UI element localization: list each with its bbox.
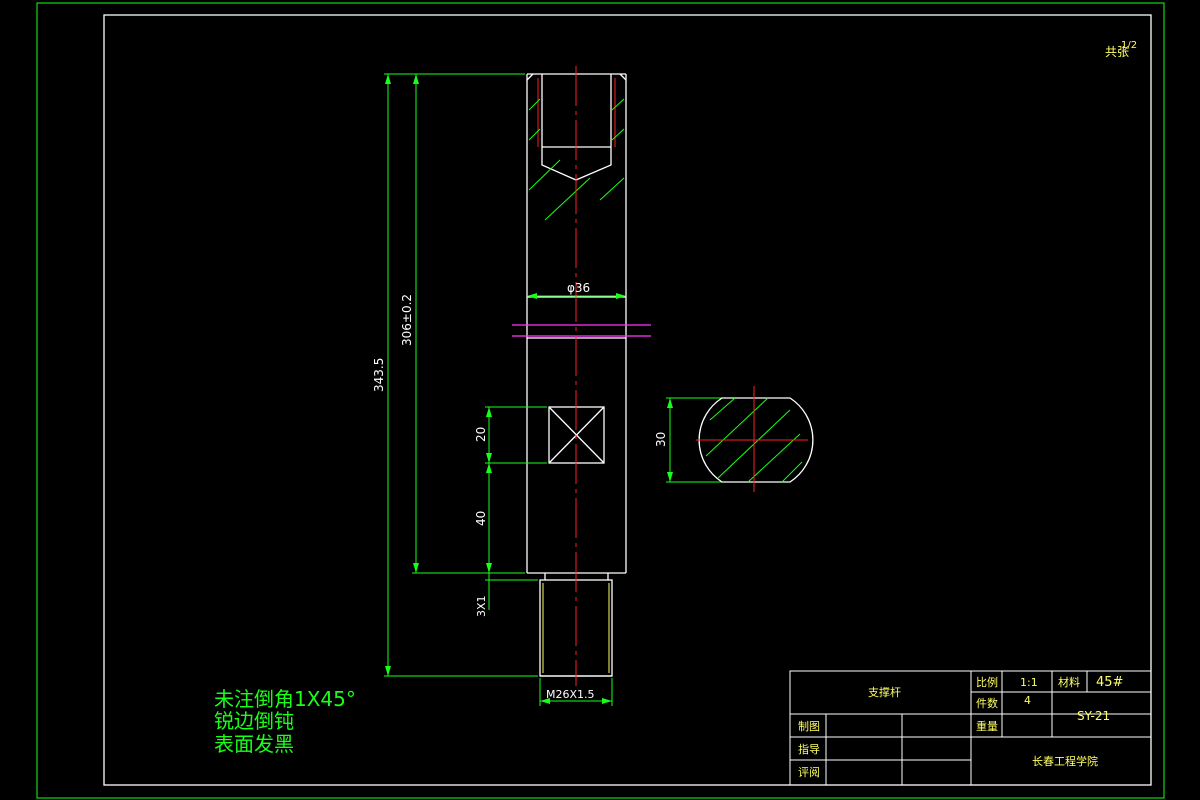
sheet-fraction: 1/2 [1121,40,1137,51]
title-review-label: 评阅 [798,766,820,779]
dim-undercut: 3X1 [475,595,488,617]
title-part-name: 支撑杆 [868,685,901,699]
cad-drawing-canvas: 共张 1/2 343.5 306±0.2 20 40 3X1 φ36 M26X1… [36,2,1165,799]
dim-overall-length: 343.5 [372,358,386,392]
title-quantity-value: 4 [1024,694,1031,707]
dim-square-offset: 40 [474,511,488,526]
title-school: 长春工程学院 [1032,754,1098,768]
dimension-lines [384,73,722,706]
dim-section-width: 30 [654,432,668,447]
title-drawing-no: SY-21 [1077,709,1110,723]
title-material-label: 材料 [1058,675,1080,689]
dimension-arrows [385,74,673,704]
dim-main-length: 306±0.2 [400,294,414,346]
title-material-value: 45# [1096,675,1123,690]
note-deburr: 锐边倒钝 [214,709,294,733]
title-quantity-label: 件数 [976,697,998,710]
note-chamfer: 未注倒角1X45° [214,687,356,711]
break-marks [512,324,651,337]
dim-square-size: 20 [474,427,488,442]
inner-frame [103,14,1152,786]
dim-thread: M26X1.5 [546,688,595,701]
dim-diameter: φ36 [567,281,590,295]
cross-section [696,386,814,492]
note-surface: 表面发黑 [214,732,294,756]
title-drawn-label: 制图 [798,720,820,733]
title-guide-label: 指导 [798,742,820,756]
title-weight-label: 重量 [976,719,998,733]
title-scale-label: 比例 [976,675,998,689]
title-scale-value: 1:1 [1020,676,1038,689]
